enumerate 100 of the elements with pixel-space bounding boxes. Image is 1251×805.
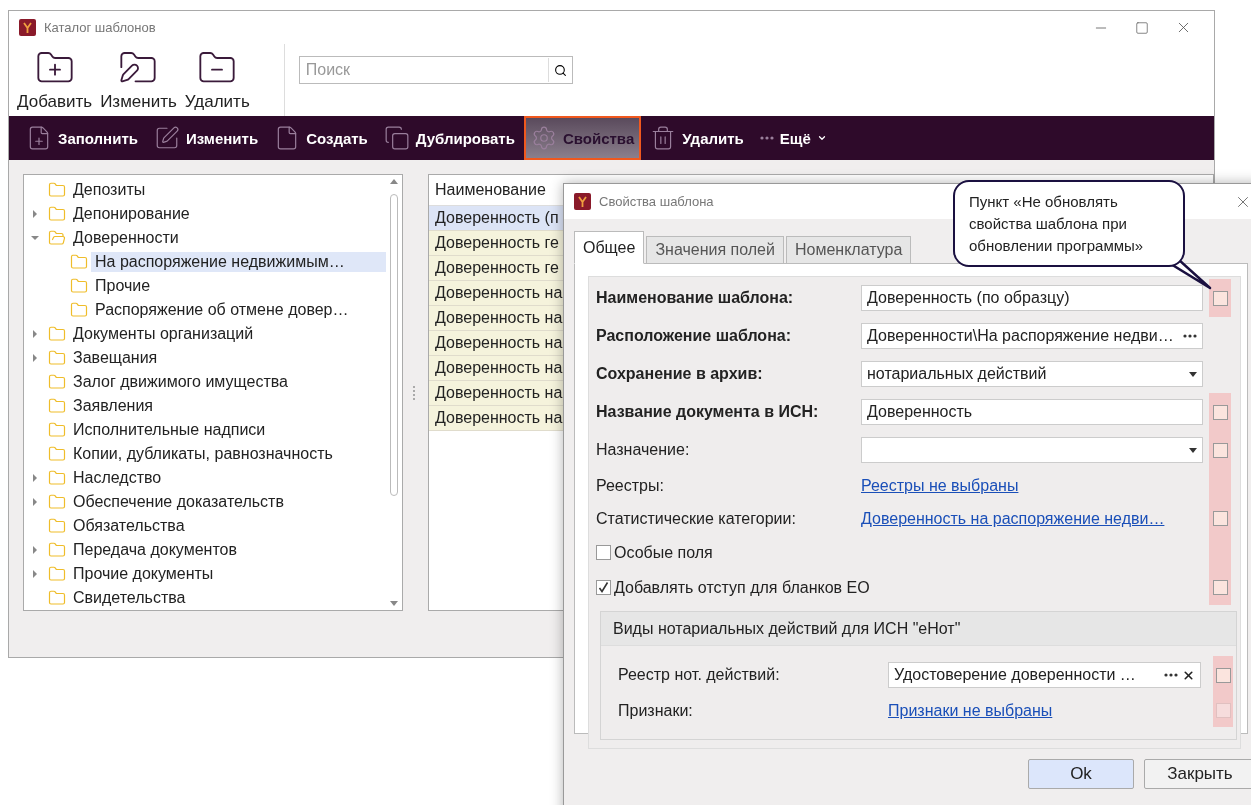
field-label: Реестр нот. действий: [618,666,781,684]
checkbox[interactable] [1212,580,1228,595]
dropdown-caret-icon [1189,447,1197,453]
tree-item[interactable]: Прочие [91,276,155,296]
app-logo-icon [574,193,591,210]
toolbar-button[interactable]: Дублировать [376,116,522,160]
link[interactable]: Доверенность на распоряжение недви… [861,509,1165,527]
window-title: Каталог шаблонов [44,20,156,35]
folder-icon [48,541,66,559]
scroll-up-icon[interactable] [390,179,398,184]
more-icon [759,136,774,140]
tree-item[interactable]: Депозиты [69,180,150,200]
tree-item[interactable]: Свидетельства [69,588,190,608]
tree-item[interactable]: Завещания [69,348,162,368]
expand-arrow-icon[interactable] [30,569,40,579]
checkbox[interactable] [1212,511,1228,526]
dialog-button[interactable]: Закрыть [1144,759,1251,789]
folder-icon [48,373,66,391]
checkbox[interactable] [1215,667,1231,683]
tree-item[interactable]: Документы организаций [69,324,258,344]
folder-icon [48,565,66,583]
tree-item[interactable]: Депонирование [69,204,194,224]
link[interactable]: Признаки не выбраны [888,701,1053,719]
dialog-button[interactable]: Ok [1028,759,1134,789]
more-icon [1164,673,1178,677]
tree-item[interactable]: Копии, дубликаты, равнозначность [69,444,337,464]
expand-arrow-icon[interactable] [30,353,40,363]
folder-icon [70,301,88,319]
toolbar-button[interactable]: Создать [267,116,375,160]
folder-icon [48,325,66,343]
group-title: Виды нотариальных действий для ИСН "еНот" [601,612,1236,646]
caret-icon [816,133,827,143]
toolbar-button[interactable]: Изменить [146,116,266,160]
folder-icon [48,445,66,463]
toolbar-button[interactable]: Заполнить [19,116,145,160]
tree-item[interactable]: Обеспечение доказательств [69,492,288,512]
splitter-grip[interactable] [413,385,418,400]
search-icon[interactable] [553,63,567,77]
folder-icon [48,493,66,511]
folder-icon [70,253,88,271]
field-label: Название документа в ИСН: [596,403,820,421]
tree-item[interactable]: Наследство [69,468,166,488]
expand-arrow-icon[interactable] [30,473,40,483]
tree-item[interactable]: Распоряжение об отмене довер… [91,300,353,320]
link[interactable]: Реестры не выбраны [861,476,1019,494]
tab[interactable]: Значения полей [646,236,784,264]
tree-item[interactable]: Исполнительные надписи [69,420,270,440]
checkbox[interactable] [1212,290,1228,306]
tree-item[interactable]: На распоряжение недвижимым… [91,252,386,272]
folder-icon [48,421,66,439]
field-label: Статистические категории: [596,509,797,528]
checkbox[interactable] [596,545,611,560]
tree-item[interactable]: Залог движимого имущества [69,372,292,392]
field-label: Назначение: [596,441,691,459]
text-field[interactable]: Доверенность [861,399,1203,425]
collapse-arrow-icon[interactable] [30,233,40,243]
tree-item[interactable]: Прочие документы [69,564,218,584]
ribbon-button[interactable]: Изменить [98,48,179,112]
checkbox[interactable] [1212,442,1228,458]
more-icon [1183,334,1197,338]
checkmark-icon [598,582,609,593]
folder-icon [70,277,88,295]
picker-field[interactable]: Удостоверение доверенности … [888,662,1201,688]
toolbar-button[interactable]: Удалить [643,116,751,160]
tree-item[interactable]: Передача документов [69,540,241,560]
app-logo-icon [19,19,36,36]
checkbox-label: Особые поля [614,543,713,562]
dropdown-field[interactable]: нотариальных действий [861,361,1203,387]
tab[interactable]: Общее [574,231,645,264]
field-label: Признаки: [618,701,694,720]
folder-icon [48,589,66,607]
clear-icon[interactable] [1182,668,1195,682]
tree-item[interactable]: Обязательства [69,516,189,536]
search-field[interactable]: Поиск [298,56,573,84]
path-field[interactable]: Доверенности\На распоряжение недви… [861,323,1203,349]
tree-item[interactable]: Заявления [69,396,158,416]
folder-icon [48,349,66,367]
ribbon-button[interactable]: Добавить [15,48,95,112]
tab[interactable]: Номенклатура [785,236,912,264]
field-label: Реестры: [596,476,665,495]
checkbox[interactable] [596,580,611,595]
expand-arrow-icon[interactable] [30,497,40,507]
tree-item[interactable]: Доверенности [69,228,183,248]
dropdown-field[interactable] [861,437,1203,463]
scroll-down-icon[interactable] [390,601,398,606]
expand-arrow-icon[interactable] [30,545,40,555]
expand-arrow-icon[interactable] [30,329,40,339]
folder-icon [48,181,66,199]
ribbon-button[interactable]: Удалить [182,48,252,112]
toolbar-button[interactable]: Ещё [752,116,834,160]
field-label: Расположение шаблона: [596,327,793,345]
maximize-icon[interactable] [1135,20,1149,35]
folder-icon [48,469,66,487]
folder-icon [48,205,66,223]
checkbox[interactable] [1212,404,1228,420]
field-label: Наименование шаблона: [596,289,795,307]
folder-icon [48,229,66,247]
dropdown-caret-icon [1189,371,1197,377]
callout-bubble: Пункт «Не обновлять свойства шаблона при обновлении программы» [953,180,1185,268]
expand-arrow-icon[interactable] [30,209,40,219]
